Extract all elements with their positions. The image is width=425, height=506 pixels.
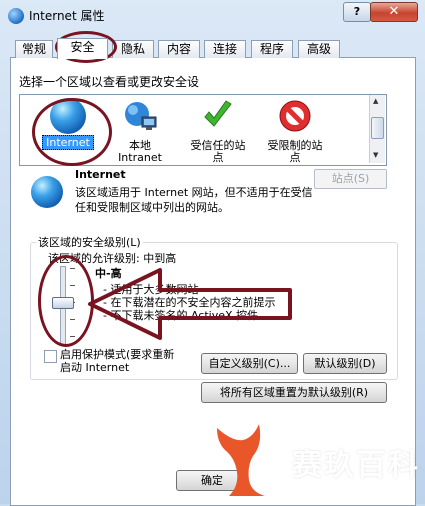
tab-security[interactable]: 安全 — [57, 38, 108, 59]
watermark-logo-icon — [217, 424, 265, 496]
watermark-subtext: SAIJIUBAIKE — [294, 480, 381, 493]
watermark-text: 赛玖百科 — [292, 448, 420, 483]
